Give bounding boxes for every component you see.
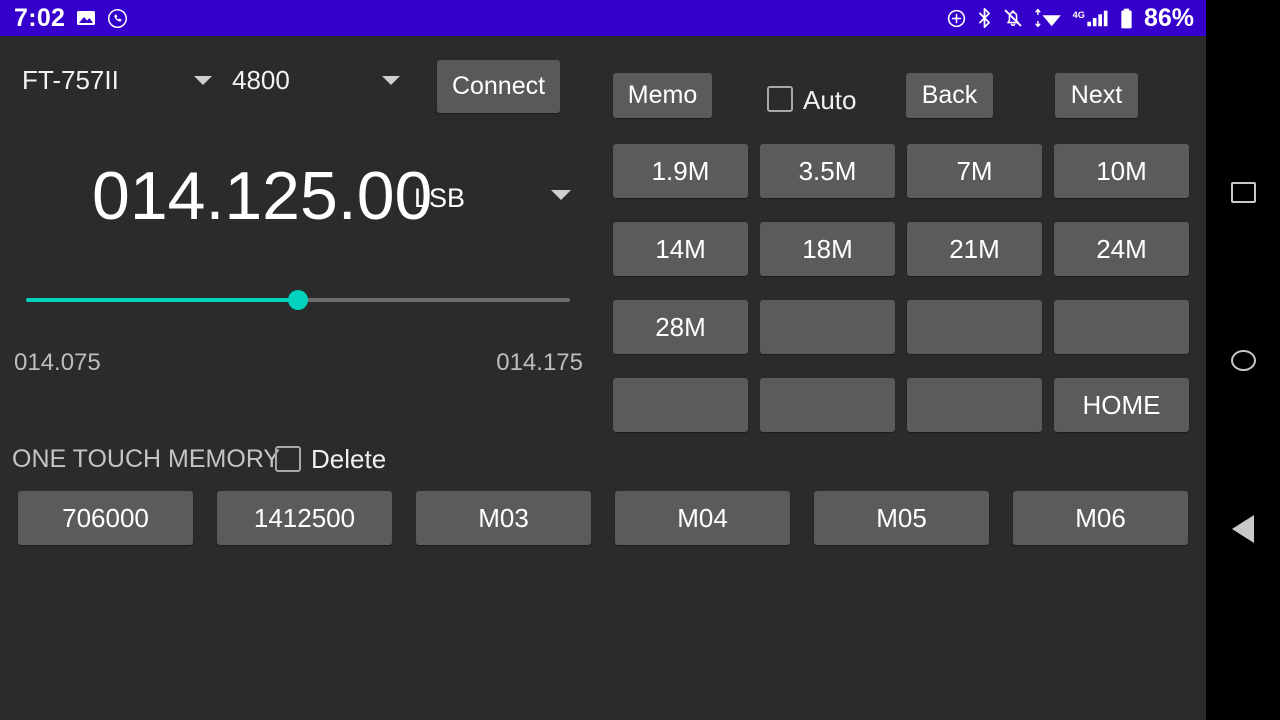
slider-min-label: 014.075 — [14, 349, 101, 376]
band-button[interactable] — [760, 300, 895, 354]
band-button-grid: 1.9M 3.5M 7M 10M 14M 18M 21M 24M 28M HOM… — [613, 144, 1191, 432]
memory-button[interactable]: M05 — [814, 491, 989, 545]
mode-chevron-down-icon[interactable] — [551, 190, 571, 200]
chevron-down-icon — [194, 75, 212, 85]
status-clock: 7:02 — [14, 3, 66, 32]
status-bar-left: 7:02 — [0, 4, 128, 33]
wifi-icon — [1035, 8, 1061, 28]
app-root: 7:02 4G 86% FT-757II 4800 Connect 014.12… — [0, 0, 1206, 720]
auto-checkbox-label[interactable]: Auto — [803, 85, 857, 116]
connect-button[interactable]: Connect — [437, 60, 560, 113]
android-navigation-bar — [1206, 0, 1280, 720]
bluetooth-icon — [978, 7, 990, 29]
nav-home-button[interactable] — [1206, 323, 1280, 397]
image-icon — [77, 11, 96, 25]
band-button[interactable] — [613, 378, 748, 432]
memo-button[interactable]: Memo — [613, 73, 712, 118]
radio-model-value: FT-757II — [22, 64, 119, 95]
band-button[interactable]: 14M — [613, 222, 748, 276]
next-button[interactable]: Next — [1055, 73, 1138, 118]
memory-button[interactable]: 1412500 — [217, 491, 392, 545]
triangle-back-icon — [1232, 515, 1254, 543]
memory-button[interactable]: M03 — [416, 491, 591, 545]
one-touch-memory-label: ONE TOUCH MEMORY — [12, 445, 281, 473]
nav-back-button[interactable] — [1206, 492, 1280, 566]
band-button[interactable] — [907, 300, 1042, 354]
frequency-display[interactable]: 014.125.00 — [92, 152, 432, 240]
nav-recents-button[interactable] — [1206, 155, 1280, 229]
square-icon — [1230, 181, 1256, 203]
location-add-icon — [947, 9, 966, 27]
radio-model-spinner[interactable]: FT-757II — [22, 59, 212, 101]
back-button[interactable]: Back — [906, 73, 993, 118]
memory-button[interactable]: M04 — [615, 491, 790, 545]
band-button[interactable]: 1.9M — [613, 144, 748, 198]
memory-button-row: 706000 1412500 M03 M04 M05 M06 — [18, 491, 1190, 545]
band-button[interactable]: 3.5M — [760, 144, 895, 198]
band-button[interactable] — [760, 378, 895, 432]
device-screen: 7:02 4G 86% FT-757II 4800 Connect 014.12… — [0, 0, 1280, 720]
status-bar: 7:02 4G 86% — [0, 0, 1206, 36]
battery-percent-label: 86% — [1143, 3, 1194, 32]
auto-checkbox[interactable] — [767, 86, 793, 112]
band-button[interactable] — [907, 378, 1042, 432]
memory-button[interactable]: 706000 — [18, 491, 193, 545]
band-button[interactable]: 18M — [760, 222, 895, 276]
notifications-off-icon — [1004, 9, 1022, 27]
delete-checkbox-label[interactable]: Delete — [311, 444, 386, 475]
band-button[interactable]: 24M — [1054, 222, 1189, 276]
slider-max-label: 014.175 — [496, 349, 583, 376]
mode-label: LSB — [414, 183, 466, 213]
baud-rate-value: 4800 — [232, 64, 290, 95]
slider-thumb[interactable] — [288, 290, 308, 310]
delete-checkbox[interactable] — [275, 446, 301, 472]
status-bar-right: 4G 86% — [946, 4, 1206, 33]
tuning-slider[interactable] — [26, 290, 570, 310]
band-button[interactable]: 7M — [907, 144, 1042, 198]
battery-icon — [1121, 8, 1132, 28]
svg-text:4G: 4G — [1073, 10, 1085, 20]
signal-4g-icon: 4G — [1073, 10, 1108, 27]
baud-rate-spinner[interactable]: 4800 — [232, 59, 400, 101]
slider-track-filled — [26, 298, 298, 302]
circle-icon — [1230, 349, 1256, 371]
band-button[interactable]: 21M — [907, 222, 1042, 276]
chevron-down-icon — [382, 75, 400, 85]
home-band-button[interactable]: HOME — [1054, 378, 1189, 432]
band-button[interactable]: 28M — [613, 300, 748, 354]
memory-button[interactable]: M06 — [1013, 491, 1188, 545]
band-button[interactable]: 10M — [1054, 144, 1189, 198]
phone-call-icon — [108, 8, 128, 28]
band-button[interactable] — [1054, 300, 1189, 354]
